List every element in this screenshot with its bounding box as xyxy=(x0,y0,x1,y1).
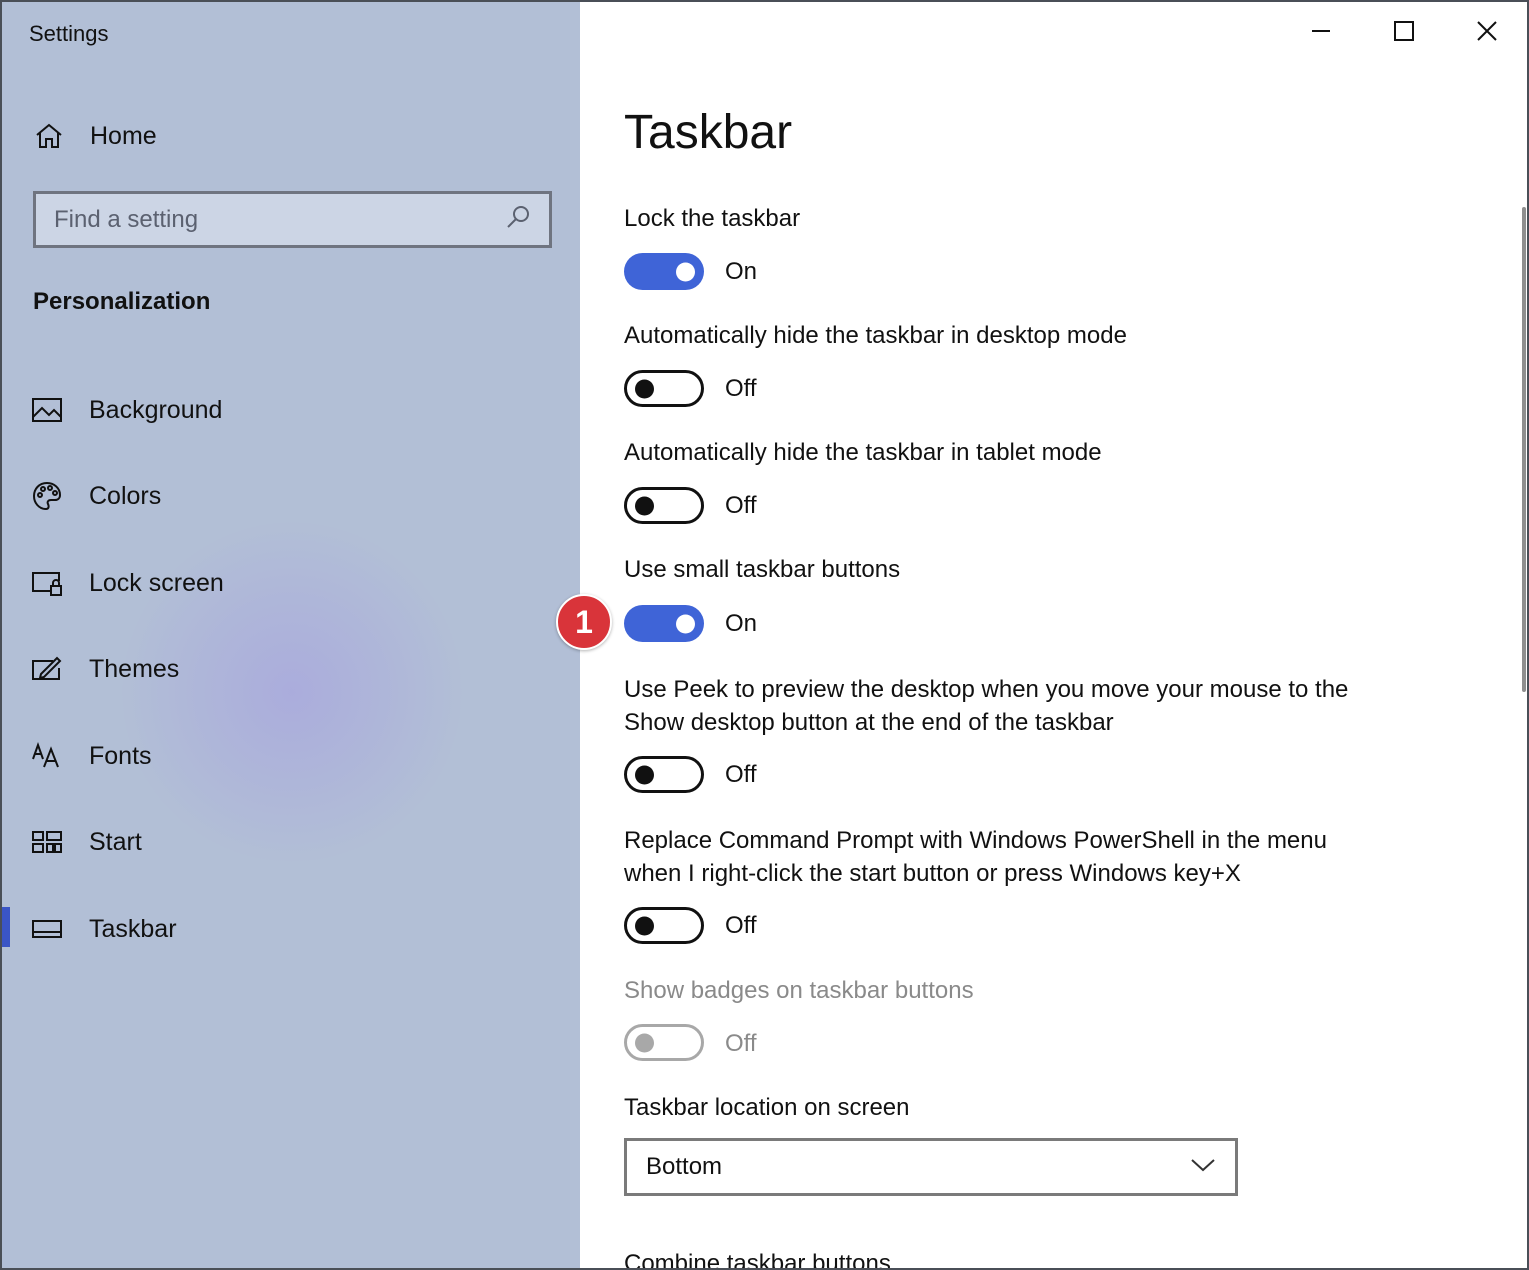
app-title: Settings xyxy=(29,21,109,46)
setting-label-line: when I right-click the start button or p… xyxy=(624,860,1241,887)
toggle-state-lock-taskbar: On xyxy=(725,258,758,285)
minimize-button[interactable] xyxy=(1286,8,1356,58)
fonts-icon xyxy=(30,739,64,773)
search-input[interactable] xyxy=(54,205,505,234)
toggle-knob xyxy=(635,916,654,935)
toggle-autohide-desktop[interactable] xyxy=(624,370,704,407)
toggle-small-buttons[interactable] xyxy=(624,605,704,642)
sidebar-item-label: Start xyxy=(89,827,142,856)
location-label: Taskbar location on screen xyxy=(624,1094,910,1121)
setting-label-line: Replace Command Prompt with Windows Powe… xyxy=(624,827,1327,854)
setting-label-small-buttons: Use small taskbar buttons xyxy=(624,556,901,583)
toggle-badges xyxy=(624,1024,704,1061)
toggle-state-badges: Off xyxy=(725,1030,757,1057)
toggle-state-autohide-tablet: Off xyxy=(725,492,757,519)
toggle-autohide-tablet[interactable] xyxy=(624,487,704,524)
sidebar-item-label: Themes xyxy=(89,654,180,683)
taskbar-location-dropdown[interactable]: Bottom xyxy=(624,1138,1238,1196)
toggle-peek[interactable] xyxy=(624,756,704,793)
settings-window: Settings Home Personalization xyxy=(0,0,1529,1270)
toggle-powershell[interactable] xyxy=(624,907,704,944)
toggle-knob xyxy=(635,1033,654,1052)
home-icon xyxy=(32,119,66,153)
toggle-knob xyxy=(676,614,695,633)
setting-label-autohide-tablet: Automatically hide the taskbar in tablet… xyxy=(624,439,1102,466)
main-content: Taskbar Lock the taskbar On Automaticall… xyxy=(580,2,1527,1270)
start-icon xyxy=(30,825,64,859)
page-title: Taskbar xyxy=(624,106,793,159)
setting-label-line: Use Peek to preview the desktop when you… xyxy=(624,676,1349,703)
sidebar-item-label: Background xyxy=(89,395,223,424)
setting-label-peek: Use Peek to preview the desktop when you… xyxy=(624,673,1348,739)
sidebar-item-colors[interactable]: Colors xyxy=(2,466,580,526)
sidebar-item-fonts[interactable]: Fonts xyxy=(2,726,580,786)
taskbar-icon xyxy=(30,912,64,946)
toggle-lock-taskbar[interactable] xyxy=(624,253,704,290)
picture-icon xyxy=(30,393,64,427)
sidebar-item-label: Colors xyxy=(89,481,162,510)
scrollbar[interactable] xyxy=(1522,207,1526,692)
close-button[interactable] xyxy=(1452,8,1522,58)
maximize-button[interactable] xyxy=(1369,8,1439,58)
sidebar-item-label: Fonts xyxy=(89,741,152,770)
setting-label-powershell: Replace Command Prompt with Windows Powe… xyxy=(624,824,1327,890)
setting-label-lock-taskbar: Lock the taskbar xyxy=(624,205,801,232)
home-link[interactable]: Home xyxy=(32,112,552,160)
close-icon xyxy=(1476,20,1498,47)
toggle-state-small-buttons: On xyxy=(725,610,758,637)
sidebar-item-start[interactable]: Start xyxy=(2,812,580,872)
search-icon[interactable] xyxy=(505,204,531,235)
home-label: Home xyxy=(90,121,157,150)
maximize-icon xyxy=(1393,20,1415,47)
sidebar-item-themes[interactable]: Themes xyxy=(2,639,580,699)
setting-label-autohide-desktop: Automatically hide the taskbar in deskto… xyxy=(624,322,1127,349)
minimize-icon xyxy=(1310,20,1332,47)
search-box[interactable] xyxy=(33,191,552,248)
toggle-state-powershell: Off xyxy=(725,912,757,939)
chevron-down-icon xyxy=(1190,1157,1216,1178)
sidebar-item-taskbar[interactable]: Taskbar xyxy=(2,899,580,959)
toggle-state-autohide-desktop: Off xyxy=(725,375,757,402)
setting-label-badges: Show badges on taskbar buttons xyxy=(624,977,974,1004)
combine-label: Combine taskbar buttons xyxy=(624,1250,891,1270)
sidebar-item-label: Taskbar xyxy=(89,914,177,943)
sidebar: Settings Home Personalization xyxy=(2,2,580,1268)
toggle-knob xyxy=(635,379,654,398)
toggle-knob xyxy=(635,765,654,784)
sidebar-item-background[interactable]: Background xyxy=(2,380,580,440)
sidebar-item-label: Lock screen xyxy=(89,568,224,597)
annotation-marker: 1 xyxy=(556,594,612,650)
sidebar-item-lock-screen[interactable]: Lock screen xyxy=(2,553,580,613)
toggle-knob xyxy=(676,262,695,281)
setting-label-line: Show desktop button at the end of the ta… xyxy=(624,709,1114,736)
themes-icon xyxy=(30,652,64,686)
dropdown-value: Bottom xyxy=(646,1153,723,1180)
lock-screen-icon xyxy=(30,566,64,600)
toggle-state-peek: Off xyxy=(725,761,757,788)
section-title: Personalization xyxy=(33,288,211,315)
toggle-knob xyxy=(635,496,654,515)
palette-icon xyxy=(30,479,64,513)
